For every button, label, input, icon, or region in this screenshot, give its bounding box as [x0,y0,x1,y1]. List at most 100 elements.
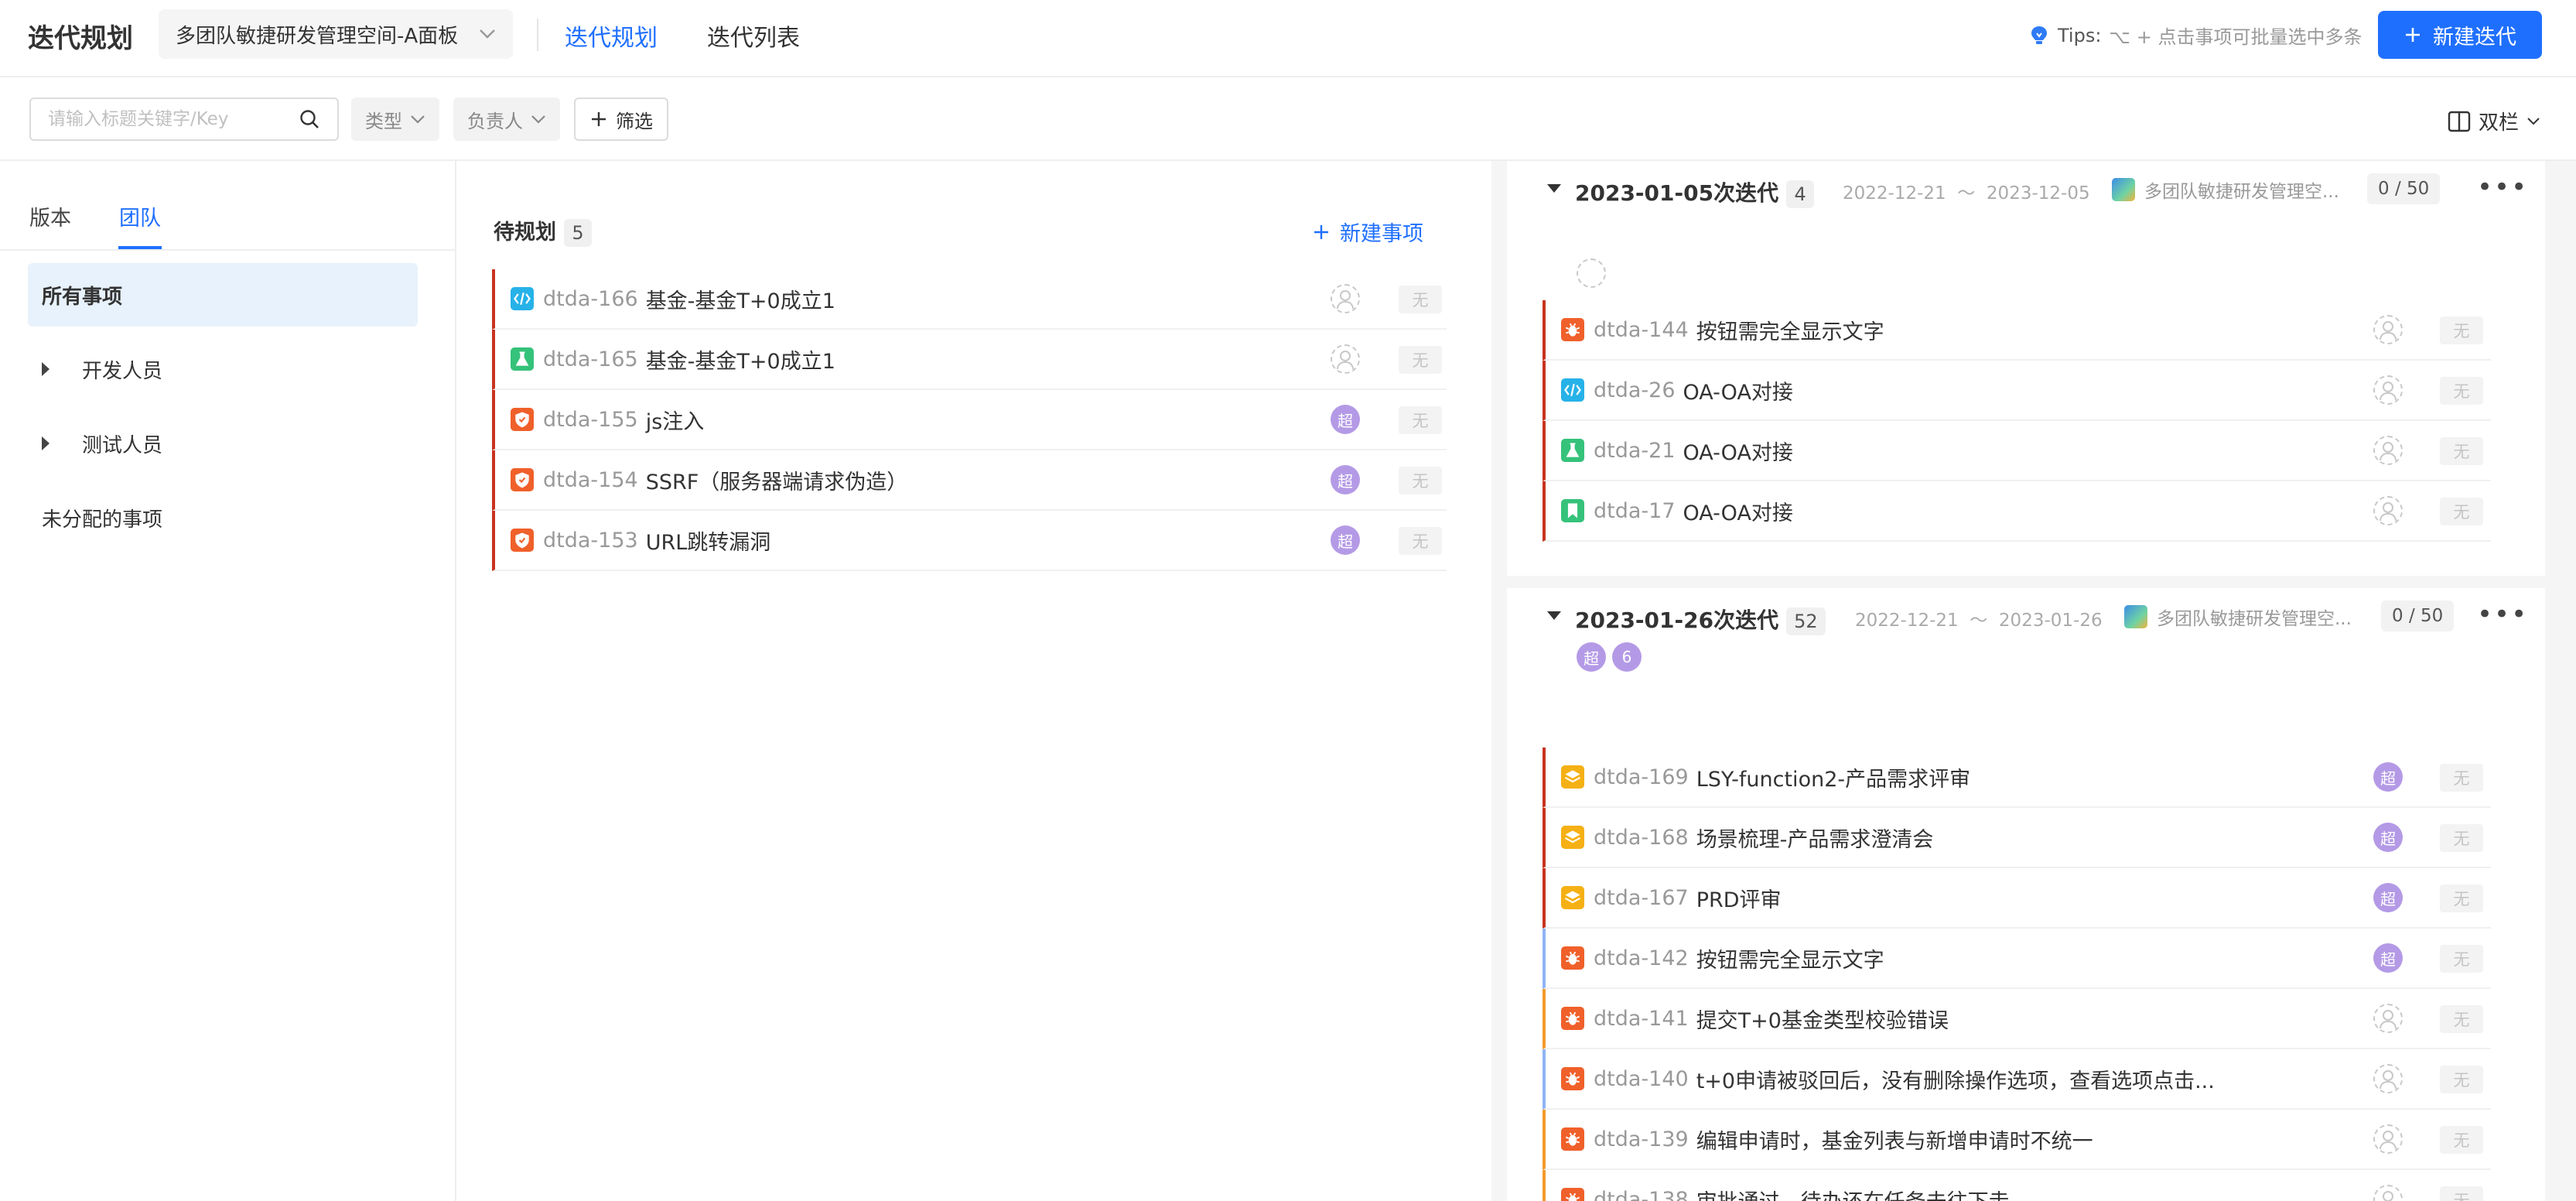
space-selector[interactable]: 多团队敏捷研发管理空间-A面板 [159,9,513,59]
priority-badge[interactable]: 无 [1399,346,1442,374]
priority-badge[interactable]: 无 [2440,377,2483,405]
item-title[interactable]: 编辑申请时，基金列表与新增申请时不统一 [1696,1124,2093,1155]
sidebar-item-all-items[interactable]: 所有事项 [28,263,418,327]
priority-badge[interactable]: 无 [2440,1186,2483,1201]
item-key[interactable]: dtda-167 [1594,886,1689,910]
list-item[interactable]: dtda-154 SSRF（服务器端请求伪造） 超 无 [492,450,1447,511]
item-key[interactable]: dtda-139 [1594,1127,1689,1151]
list-item[interactable]: dtda-138 审批通过，待办还在任务未往下走 无 [1543,1170,2491,1201]
item-key[interactable]: dtda-21 [1594,439,1676,463]
collapse-caret-icon[interactable] [1547,184,1561,193]
avatar[interactable]: 超 [2373,943,2403,973]
priority-badge[interactable]: 无 [1399,406,1442,434]
assign-user-icon[interactable] [2373,1004,2403,1033]
new-item-button[interactable]: 新建事项 [1312,217,1423,247]
priority-badge[interactable]: 无 [2440,945,2483,973]
sidebar-item-testers[interactable]: 测试人员 [28,412,418,475]
list-item[interactable]: dtda-26 OA-OA对接 无 [1543,361,2491,421]
avatar[interactable]: 超 [2373,762,2403,792]
item-key[interactable]: dtda-141 [1594,1007,1689,1031]
tab-iteration-planning[interactable]: 迭代规划 [565,19,658,53]
assign-user-icon[interactable] [2373,315,2403,344]
list-item[interactable]: dtda-165 基金-基金T+0成立1 无 [492,330,1447,390]
sidebar-item-developers[interactable]: 开发人员 [28,337,418,401]
item-title[interactable]: 提交T+0基金类型校验错误 [1696,1004,1949,1034]
item-key[interactable]: dtda-168 [1594,826,1689,850]
item-key[interactable]: dtda-26 [1594,378,1676,402]
item-title[interactable]: 按钮需完全显示文字 [1696,315,1884,345]
item-key[interactable]: dtda-142 [1594,946,1689,970]
priority-badge[interactable]: 无 [2440,764,2483,792]
list-item[interactable]: dtda-21 OA-OA对接 无 [1543,421,2491,481]
item-title[interactable]: 基金-基金T+0成立1 [646,344,835,375]
list-item[interactable]: dtda-169 LSY-function2-产品需求评审 超 无 [1543,748,2491,808]
item-key[interactable]: dtda-169 [1594,765,1689,789]
item-key[interactable]: dtda-144 [1594,318,1689,342]
item-key[interactable]: dtda-138 [1594,1188,1689,1201]
item-title[interactable]: PRD评审 [1696,883,1782,913]
priority-badge[interactable]: 无 [2440,1005,2483,1033]
list-item[interactable]: dtda-167 PRD评审 超 无 [1543,868,2491,929]
list-item[interactable]: dtda-139 编辑申请时，基金列表与新增申请时不统一 无 [1543,1110,2491,1170]
item-title[interactable]: OA-OA对接 [1683,375,1793,405]
list-item[interactable]: dtda-141 提交T+0基金类型校验错误 无 [1543,989,2491,1049]
item-title[interactable]: OA-OA对接 [1683,436,1793,466]
list-item[interactable]: dtda-140 t+0申请被驳回后，没有删除操作选项，查看选项点击... 无 [1543,1049,2491,1110]
caret-right-icon[interactable] [42,436,50,450]
item-key[interactable]: dtda-166 [543,287,638,311]
priority-badge[interactable]: 无 [1399,467,1442,494]
priority-badge[interactable]: 无 [2440,437,2483,465]
assign-user-icon[interactable] [2373,436,2403,465]
item-key[interactable]: dtda-17 [1594,499,1676,523]
avatar[interactable]: 超 [1331,525,1360,555]
item-title[interactable]: 场景梳理-产品需求澄清会 [1696,823,1934,853]
priority-badge[interactable]: 无 [2440,1126,2483,1154]
iteration-name[interactable]: 2023-01-26次迭代 52 [1575,604,1826,635]
item-title[interactable]: SSRF（服务器端请求伪造） [646,465,908,495]
item-key[interactable]: dtda-155 [543,408,638,432]
collapse-caret-icon[interactable] [1547,611,1561,620]
assign-user-icon[interactable] [1331,344,1360,374]
assignee-filter[interactable]: 负责人 [453,98,560,141]
more-icon[interactable]: ••• [2477,601,2528,628]
item-title[interactable]: js注入 [646,405,705,435]
item-title[interactable]: URL跳转漏洞 [646,525,771,556]
item-key[interactable]: dtda-140 [1594,1067,1689,1091]
search-input[interactable] [48,109,280,129]
assign-user-icon[interactable] [2373,496,2403,525]
type-filter[interactable]: 类型 [351,98,439,141]
list-item[interactable]: dtda-153 URL跳转漏洞 超 无 [492,511,1447,571]
item-title[interactable]: t+0申请被驳回后，没有删除操作选项，查看选项点击... [1696,1064,2215,1094]
more-icon[interactable]: ••• [2477,174,2528,200]
priority-badge[interactable]: 无 [2440,884,2483,912]
assign-user-icon[interactable] [2373,375,2403,405]
avatar[interactable]: 超 [1331,405,1360,434]
add-filter-button[interactable]: 筛选 [574,98,668,141]
item-title[interactable]: 审批通过，待办还在任务未往下走 [1696,1185,2010,1201]
assign-user-icon[interactable] [2373,1124,2403,1154]
assign-user-icon[interactable] [2373,1185,2403,1201]
avatar[interactable]: 超 [1577,642,1606,672]
list-item[interactable]: dtda-144 按钮需完全显示文字 无 [1543,300,2491,361]
item-key[interactable]: dtda-153 [543,529,638,553]
iteration-name[interactable]: 2023-01-05次迭代 4 [1575,176,1815,208]
search-icon[interactable] [299,108,320,130]
sidebar-tab-version[interactable]: 版本 [29,201,71,231]
sidebar-tab-team[interactable]: 团队 [119,201,161,231]
list-item[interactable]: dtda-155 js注入 超 无 [492,390,1447,450]
layout-toggle[interactable]: 双栏 [2448,107,2540,135]
assign-user-icon[interactable] [1331,284,1360,313]
sidebar-item-unassigned[interactable]: 未分配的事项 [28,486,418,549]
item-key[interactable]: dtda-154 [543,468,638,492]
list-item[interactable]: dtda-168 场景梳理-产品需求澄清会 超 无 [1543,808,2491,868]
tab-iteration-list[interactable]: 迭代列表 [707,19,800,53]
avatar[interactable]: 超 [2373,823,2403,852]
new-iteration-button[interactable]: 新建迭代 [2378,11,2542,59]
list-item[interactable]: dtda-142 按钮需完全显示文字 超 无 [1543,929,2491,989]
member-count-avatar[interactable]: 6 [1612,642,1642,672]
list-item[interactable]: dtda-17 OA-OA对接 无 [1543,481,2491,542]
priority-badge[interactable]: 无 [1399,286,1442,313]
priority-badge[interactable]: 无 [2440,498,2483,525]
item-key[interactable]: dtda-165 [543,347,638,371]
list-item[interactable]: dtda-166 基金-基金T+0成立1 无 [492,269,1447,330]
